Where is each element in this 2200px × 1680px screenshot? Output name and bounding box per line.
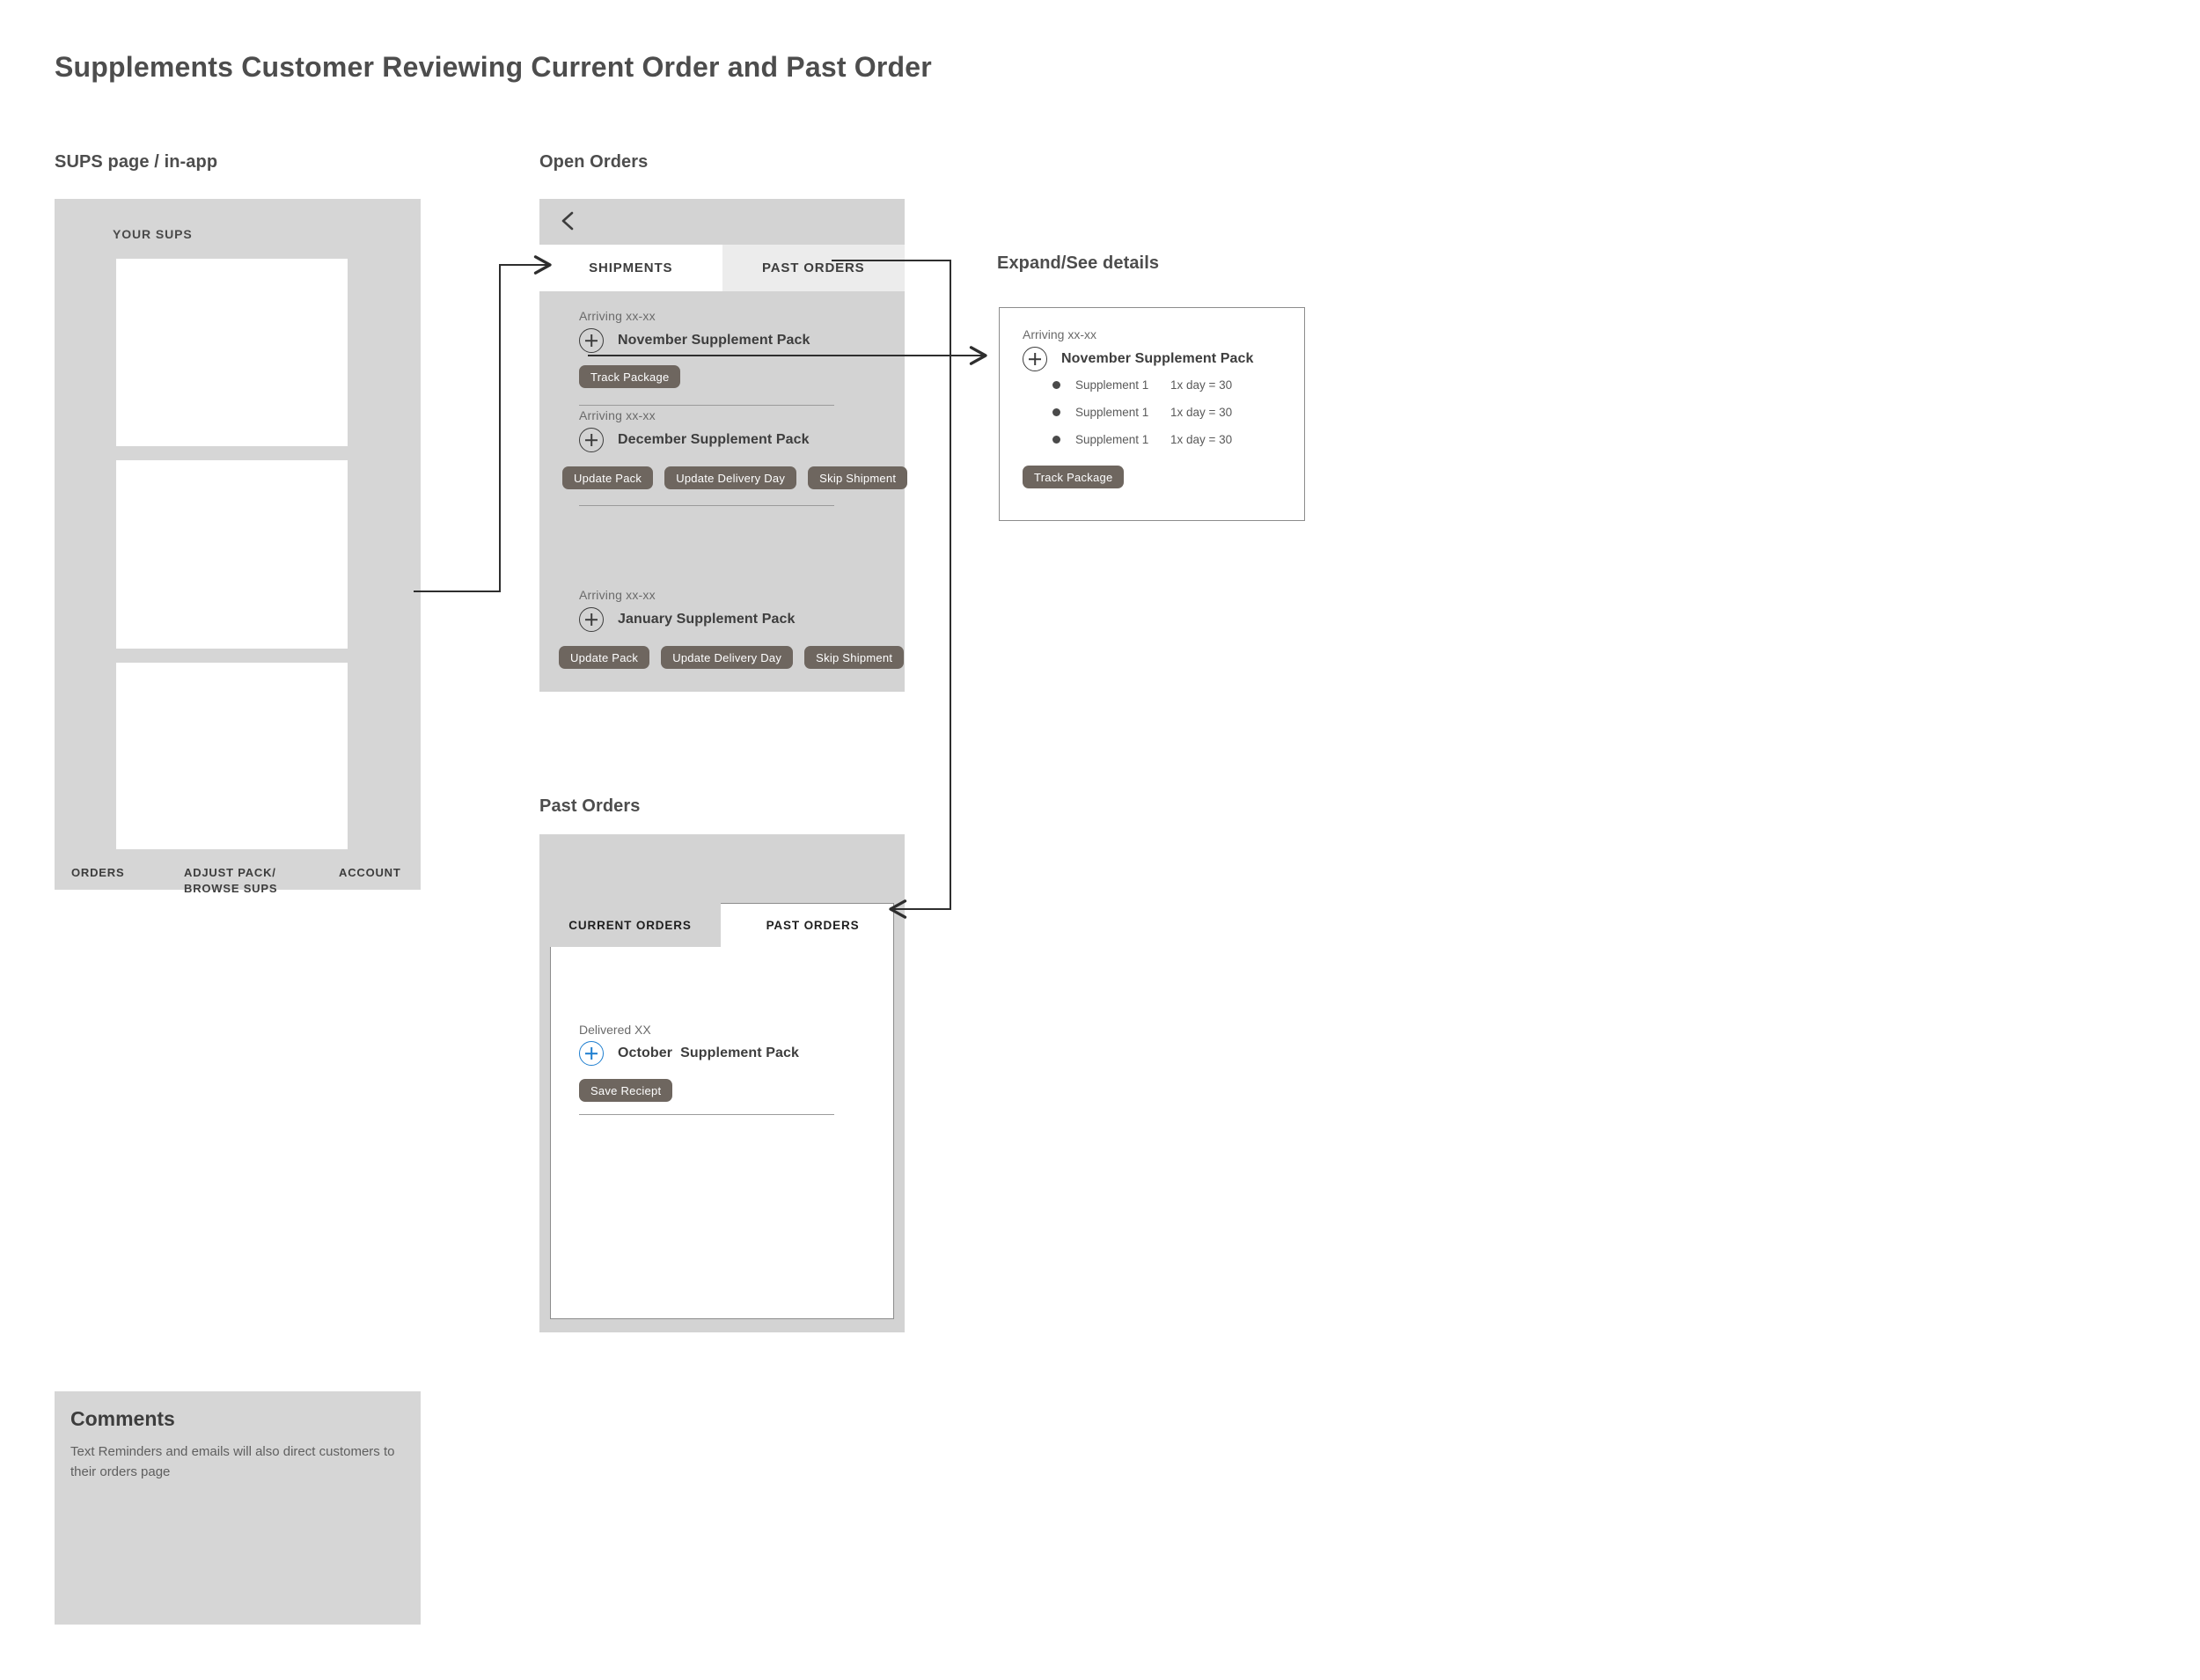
pack-row[interactable]: January Supplement Pack [579,607,796,632]
sidebar-item-adjust-pack[interactable]: ADJUST PACK/BROWSE SUPS [184,865,277,896]
page-title: Supplements Customer Reviewing Current O… [55,51,932,83]
list-item: Supplement 1 1x day = 30 [1052,406,1232,419]
skip-shipment-button[interactable]: Skip Shipment [808,466,908,489]
supplement-name: Supplement 1 [1075,378,1149,392]
supplement-dose: 1x day = 30 [1170,406,1233,419]
sup-card[interactable] [116,259,348,446]
supplement-dose: 1x day = 30 [1170,378,1233,392]
your-sups-heading: YOUR SUPS [113,227,193,241]
section-label-open-orders: Open Orders [539,152,649,172]
plus-circle-icon[interactable] [579,607,604,632]
arriving-label: Arriving xx-xx [579,309,656,323]
past-orders-frame: CURRENT ORDERS PAST ORDERS Delivered XX … [539,834,905,1332]
chevron-left-icon[interactable] [557,209,580,233]
shipments-list: Arriving xx-xx November Supplement Pack … [539,291,908,692]
tab-shipments-label: SHIPMENTS [589,260,673,275]
update-pack-button[interactable]: Update Pack [559,646,650,669]
plus-circle-icon[interactable] [579,1041,604,1066]
pack-name: October Supplement Pack [618,1045,800,1060]
pack-row[interactable]: November Supplement Pack [579,328,810,353]
skip-shipment-button[interactable]: Skip Shipment [804,646,905,669]
tab-current-orders-label: CURRENT ORDERS [568,918,692,932]
sidebar-item-orders[interactable]: ORDERS [71,865,124,881]
connector-sups-to-shipments [414,255,552,592]
nav-label-adjust-pack: ADJUST PACK/BROWSE SUPS [184,866,278,895]
update-delivery-day-button[interactable]: Update Delivery Day [661,646,794,669]
arriving-label: Arriving xx-xx [579,588,656,602]
plus-circle-icon[interactable] [579,428,604,452]
comments-body: Text Reminders and emails will also dire… [70,1444,395,1479]
pack-name: November Supplement Pack [618,333,810,348]
tab-past-orders[interactable]: PAST ORDERS [722,245,905,291]
bullet-icon [1052,436,1060,444]
comments-title: Comments [70,1407,175,1430]
sup-card[interactable] [116,460,348,649]
plus-circle-icon[interactable] [1023,347,1047,371]
tab-past-orders-label: PAST ORDERS [761,260,865,275]
list-item: Supplement 1 1x day = 30 [1052,378,1232,392]
sidebar-item-account[interactable]: ACCOUNT [339,865,401,881]
bullet-icon [1052,381,1060,389]
shipment-actions: Update Pack Update Delivery Day Skip Shi… [559,646,905,669]
track-package-button[interactable]: Track Package [1023,466,1125,488]
comments-box: Comments Text Reminders and emails will … [55,1391,421,1625]
open-orders-frame: SHIPMENTS PAST ORDERS Arriving xx-xx Nov… [539,199,908,692]
sups-bottom-nav: ORDERS ADJUST PACK/BROWSE SUPS ACCOUNT [55,854,421,896]
open-orders-tabs: SHIPMENTS PAST ORDERS [539,245,905,291]
section-label-past-orders: Past Orders [539,796,641,816]
pack-row[interactable]: November Supplement Pack [1023,347,1253,371]
divider [579,505,834,506]
delivered-label: Delivered XX [579,1023,651,1037]
pack-name: January Supplement Pack [618,612,796,627]
shipment-actions: Update Pack Update Delivery Day Skip Shi… [562,466,908,489]
sups-page-frame: YOUR SUPS ORDERS ADJUST PACK/BROWSE SUPS… [55,199,421,896]
divider [579,1114,834,1115]
tab-current-orders[interactable]: CURRENT ORDERS [539,903,721,947]
pack-row[interactable]: October Supplement Pack [579,1041,799,1066]
update-delivery-day-button[interactable]: Update Delivery Day [664,466,797,489]
plus-circle-icon[interactable] [579,328,604,353]
arriving-label: Arriving xx-xx [579,408,656,422]
sup-card[interactable] [116,663,348,849]
update-pack-button[interactable]: Update Pack [562,466,654,489]
save-receipt-button[interactable]: Save Reciept [579,1079,673,1102]
wireframe-canvas: Supplements Customer Reviewing Current O… [0,0,2200,1680]
tab-past-orders[interactable]: PAST ORDERS [721,903,905,947]
list-item: Supplement 1 1x day = 30 [1052,433,1232,446]
supplement-name: Supplement 1 [1075,433,1149,446]
shipment-actions: Track Package [579,365,681,388]
past-orders-tabs: CURRENT ORDERS PAST ORDERS [539,903,905,947]
supplement-dose: 1x day = 30 [1170,433,1233,446]
nav-label-orders: ORDERS [71,866,125,879]
expand-details-card: Arriving xx-xx November Supplement Pack … [999,307,1305,521]
bullet-icon [1052,408,1060,416]
pack-row[interactable]: December Supplement Pack [579,428,810,452]
supplement-name: Supplement 1 [1075,406,1149,419]
divider [579,405,834,406]
section-label-sups-page: SUPS page / in-app [55,152,218,172]
nav-label-account: ACCOUNT [339,866,401,879]
tab-shipments[interactable]: SHIPMENTS [539,245,722,291]
arriving-label: Arriving xx-xx [1023,327,1097,341]
track-package-button[interactable]: Track Package [579,365,681,388]
open-orders-header [539,199,905,245]
past-orders-card [550,903,894,1319]
tab-past-orders-label: PAST ORDERS [766,918,860,932]
pack-name: November Supplement Pack [1061,351,1254,366]
pack-name: December Supplement Pack [618,432,810,447]
section-label-expand: Expand/See details [997,253,1160,273]
